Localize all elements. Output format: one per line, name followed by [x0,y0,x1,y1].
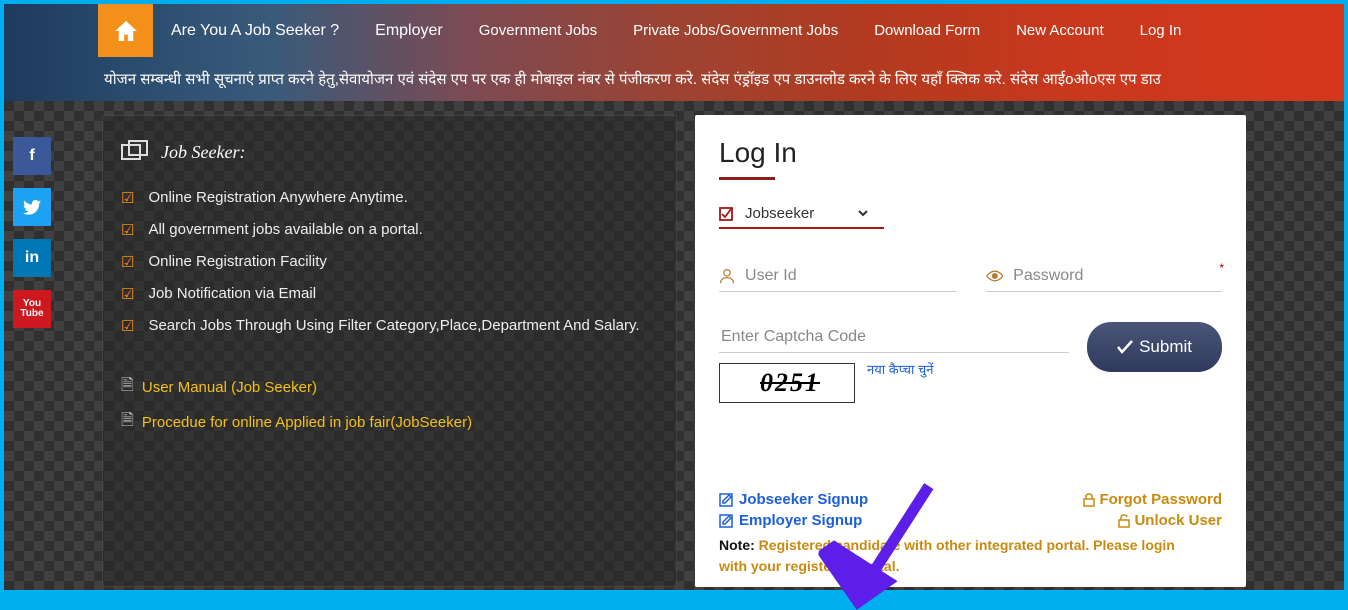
check-icon: ☑ [121,189,134,207]
note-label: Note: [719,537,755,553]
captcha-row: 0251 नया कैप्चा चुनें Submit [719,322,1222,403]
nav-employer[interactable]: Employer [357,22,461,40]
check-icon: ☑ [121,317,134,335]
captcha-image: 0251 [719,363,855,403]
viewport-frame: Are You A Job Seeker ? Employer Governme… [0,0,1348,586]
feature-text: Search Jobs Through Using Filter Categor… [148,317,639,334]
twitter-icon [23,200,41,215]
procedure-link[interactable]: Procedue for online Applied in job fair(… [142,414,472,431]
panel-title-row: Job Seeker: [121,140,658,164]
bottom-row-2: Employer Signup Unlock User [719,512,1222,529]
document-icon: 🗎 [121,409,134,436]
captcha-refresh-link[interactable]: नया कैप्चा चुनें [867,360,933,378]
feature-item: ☑ Search Jobs Through Using Filter Catego… [121,310,658,342]
user-icon [719,267,735,285]
submit-button[interactable]: Submit [1087,322,1222,372]
jobseeker-signup-link[interactable]: Jobseeker Signup [719,491,868,508]
link-text: Unlock User [1134,512,1222,529]
eye-icon [986,269,1004,283]
feature-text: Job Notification via Email [148,285,316,302]
check-icon: ☑ [121,253,134,271]
employer-signup-link[interactable]: Employer Signup [719,512,862,529]
nav-download-form[interactable]: Download Form [856,22,998,39]
required-star: * [1219,261,1224,275]
twitter-button[interactable] [13,188,51,226]
feature-item: ☑ Job Notification via Email [121,278,658,310]
nav-govt-jobs[interactable]: Government Jobs [461,22,615,39]
home-icon [115,21,137,41]
feature-item: ☑ Online Registration Facility [121,246,658,278]
role-dropdown-row: Jobseeker [719,204,884,229]
link-text: Jobseeker Signup [739,491,868,508]
submit-label: Submit [1139,337,1192,357]
doc-link-row: 🗎 User Manual (Job Seeker) [121,370,658,405]
role-select[interactable]: Jobseeker [741,204,871,223]
linkedin-button[interactable]: in [13,239,51,277]
lock-icon [1083,493,1095,507]
doc-links: 🗎 User Manual (Job Seeker) 🗎 Procedue for … [121,370,658,440]
credentials-row: * [719,267,1222,292]
back-chevron-icon[interactable]: ‹ [19,109,25,130]
forgot-password-link[interactable]: Forgot Password [1083,491,1222,508]
feature-text: Online Registration Facility [148,253,326,270]
bottom-row-1: Jobseeker Signup Forgot Password [719,491,1222,508]
feature-text: Online Registration Anywhere Anytime. [148,189,407,206]
captcha-input[interactable] [719,322,1069,353]
marquee-bar: योजन सम्बन्धी सभी सूचनाएं प्राप्त करने ह… [4,57,1344,101]
check-icon: ☑ [121,221,134,239]
feature-text: All government jobs available on a porta… [148,221,422,238]
title-underline [719,177,775,180]
social-sidebar: f in YouTube [13,137,51,341]
panel-title: Job Seeker: [161,142,245,163]
userid-input[interactable] [745,267,955,285]
feature-list: ☑ Online Registration Anywhere Anytime. ☑… [121,182,658,342]
password-input[interactable] [1013,267,1222,285]
home-button[interactable] [98,4,153,57]
feature-item: ☑ Online Registration Anywhere Anytime. [121,182,658,214]
link-text: Employer Signup [739,512,862,529]
nav-new-account[interactable]: New Account [998,22,1122,39]
captcha-box-row: 0251 नया कैप्चा चुनें [719,363,1069,403]
user-manual-link[interactable]: User Manual (Job Seeker) [142,379,317,396]
main-row: Job Seeker: ☑ Online Registration Anywher… [4,101,1344,587]
login-panel: Log In Jobseeker * [695,115,1246,587]
facebook-button[interactable]: f [13,137,51,175]
checkmark-icon [1117,340,1133,354]
unlock-user-link[interactable]: Unlock User [1118,512,1222,529]
doc-link-row: 🗎 Procedue for online Applied in job fair… [121,405,658,440]
password-group: * [986,267,1223,292]
note-body: Registered candidate with other integrat… [719,537,1175,574]
edit-icon [719,493,733,507]
userid-group [719,267,956,292]
document-icon: 🗎 [121,374,134,401]
content-area: ‹ f in YouTube Job Seeker: ☑ Online Regis… [4,101,1344,590]
edit-icon [719,514,733,528]
link-text: Forgot Password [1099,491,1222,508]
jobseeker-panel: Job Seeker: ☑ Online Registration Anywher… [102,115,677,587]
nav-jobseeker[interactable]: Are You A Job Seeker ? [153,22,357,40]
youtube-button[interactable]: YouTube [13,290,51,328]
monitor-icon [121,140,149,164]
unlock-icon [1118,514,1130,528]
check-icon: ☑ [121,285,134,303]
marquee-text: योजन सम्बन्धी सभी सूचनाएं प्राप्त करने ह… [24,69,1161,89]
top-nav: Are You A Job Seeker ? Employer Governme… [4,4,1344,57]
login-title: Log In [719,137,1222,169]
feature-item: ☑ All government jobs available on a port… [121,214,658,246]
nav-login[interactable]: Log In [1122,22,1200,39]
nav-private-jobs[interactable]: Private Jobs/Government Jobs [615,22,856,39]
note-text: Note: Registered candidate with other in… [695,535,1222,577]
bottom-links: Jobseeker Signup Forgot Password Employe… [719,491,1222,577]
captcha-left: 0251 नया कैप्चा चुनें [719,322,1069,403]
check-square-icon [719,207,733,221]
